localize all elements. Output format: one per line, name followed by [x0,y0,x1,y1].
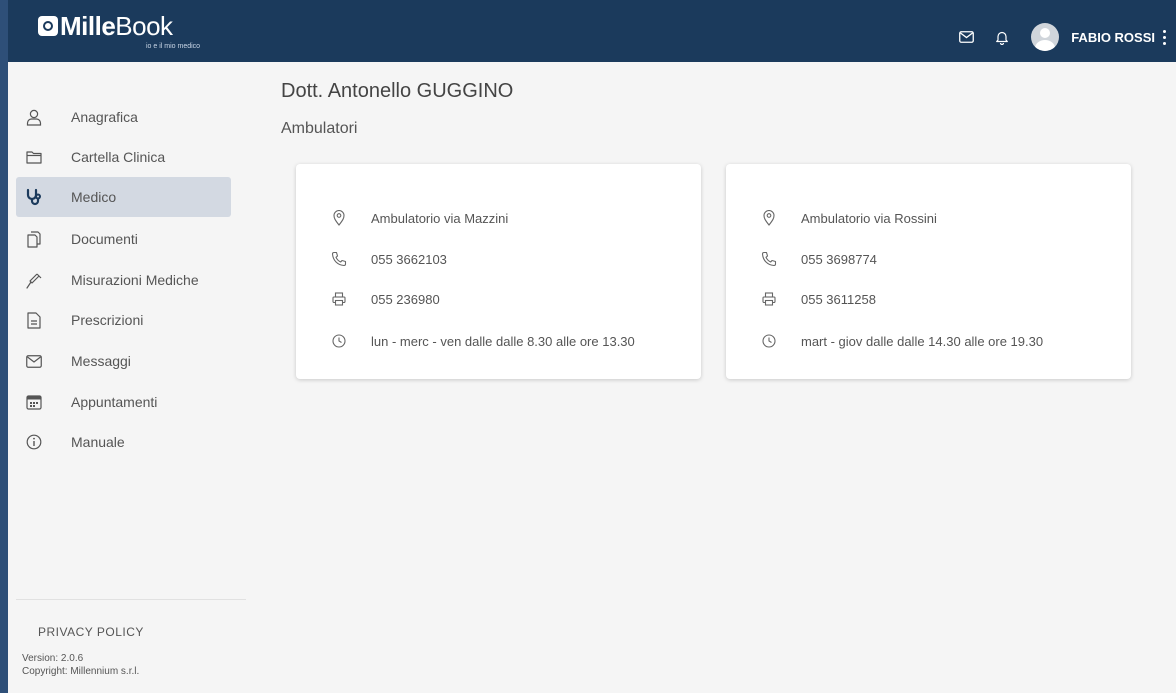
stethoscope-icon [25,188,43,206]
user-name[interactable]: FABIO ROSSI [1071,30,1155,45]
sidebar-divider [16,599,246,600]
sidebar-item-documenti[interactable]: Documenti [16,219,231,259]
clinic-address-row: Ambulatorio via Mazzini [296,207,701,229]
clinic-hours-row: mart - giov dalle dalle 14.30 alle ore 1… [726,330,1131,352]
logo-mark-icon [38,16,58,36]
clinic-hours: lun - merc - ven dalle dalle 8.30 alle o… [371,334,635,349]
documents-icon [25,230,43,248]
clinic-phone-row: 055 3698774 [726,248,1131,270]
logo-tagline: io e il mio medico [146,43,201,50]
sidebar-item-label: Prescrizioni [71,312,144,328]
clinic-fax: 055 236980 [371,292,440,307]
sidebar-item-label: Misurazioni Mediche [71,272,199,288]
copyright-text: Copyright: Millennium s.r.l. [22,666,140,677]
sidebar-item-anagrafica[interactable]: Anagrafica [16,97,231,137]
printer-icon [330,290,348,308]
clinic-phone[interactable]: 055 3698774 [801,252,877,267]
folder-icon [25,148,43,166]
clinic-hours: mart - giov dalle dalle 14.30 alle ore 1… [801,334,1044,349]
top-bar: MilleBook io e il mio medico FABIO ROSSI [0,0,1176,62]
sidebar-item-label: Documenti [71,231,138,247]
sidebar-item-label: Medico [71,189,117,205]
location-pin-icon [330,209,348,227]
clinic-phone-row: 055 3662103 [296,248,701,270]
clinic-name: Ambulatorio via Mazzini [371,211,509,226]
prescription-icon [25,311,43,329]
avatar[interactable] [1031,23,1060,51]
clinic-fax-row: 055 3611258 [726,288,1131,310]
header-actions: FABIO ROSSI [957,22,1166,52]
page-title: Dott. Antonello GUGGINO [281,80,514,102]
clinic-hours-row: lun - merc - ven dalle dalle 8.30 alle o… [296,330,701,352]
clinic-phone[interactable]: 055 3662103 [371,252,447,267]
kebab-menu-icon[interactable] [1163,29,1166,45]
sidebar-item-medico[interactable]: Medico [16,177,231,217]
mail-icon [25,352,43,370]
sidebar-item-manuale[interactable]: Manuale [16,422,231,462]
clock-icon [330,332,348,350]
sidebar-item-prescrizioni[interactable]: Prescrizioni [16,300,231,340]
sidebar-item-label: Manuale [71,434,125,450]
location-pin-icon [760,209,778,227]
sidebar: Anagrafica Cartella Clinica Medico Docum… [0,62,246,693]
info-icon [25,433,43,451]
clinic-name: Ambulatorio via Rossini [801,211,937,226]
sidebar-item-misurazioni-mediche[interactable]: Misurazioni Mediche [16,260,231,300]
mail-icon[interactable] [957,28,975,46]
phone-icon [760,250,778,268]
clinic-fax: 055 3611258 [801,292,876,307]
syringe-icon [25,271,43,289]
bell-icon[interactable] [993,28,1011,46]
clinic-fax-row: 055 236980 [296,288,701,310]
sidebar-item-label: Messaggi [71,353,131,369]
printer-icon [760,290,778,308]
logo-text: MilleBook [60,11,173,41]
section-title: Ambulatori [281,120,358,137]
clinic-address-row: Ambulatorio via Rossini [726,207,1131,229]
privacy-policy-link[interactable]: PRIVACY POLICY [38,625,144,639]
sidebar-item-label: Anagrafica [71,109,138,125]
version-text: Version: 2.0.6 [22,653,84,664]
sidebar-item-appuntamenti[interactable]: Appuntamenti [16,382,231,422]
sidebar-item-messaggi[interactable]: Messaggi [16,341,231,381]
phone-icon [330,250,348,268]
user-icon [25,108,43,126]
clinic-card: Ambulatorio via Rossini 055 3698774 055 … [726,164,1131,379]
app-logo[interactable]: MilleBook io e il mio medico [38,11,200,50]
clock-icon [760,332,778,350]
clinic-card: Ambulatorio via Mazzini 055 3662103 055 … [296,164,701,379]
sidebar-item-label: Cartella Clinica [71,149,166,165]
calendar-icon [25,393,43,411]
sidebar-item-label: Appuntamenti [71,394,158,410]
sidebar-item-cartella-clinica[interactable]: Cartella Clinica [16,137,231,177]
